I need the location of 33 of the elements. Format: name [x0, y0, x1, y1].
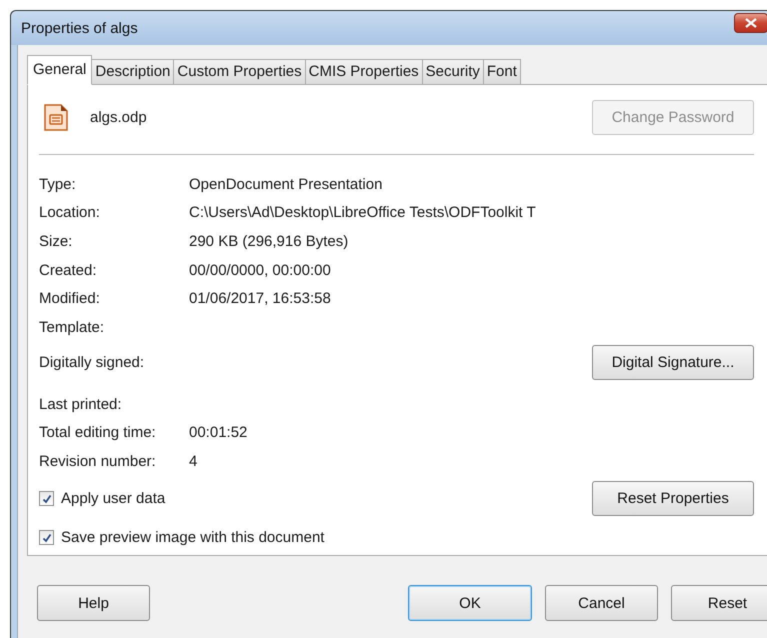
field-value: C:\Users\Ad\Desktop\LibreOffice Tests\ODFToolkit T	[189, 204, 536, 222]
field-value: 290 KB (296,916 Bytes)	[189, 233, 348, 250]
digital-signature-button[interactable]: Digital Signature...	[592, 344, 754, 380]
field-value: OpenDocument Presentation	[189, 176, 382, 193]
field-label: Location:	[39, 204, 101, 222]
field-label: Type:	[39, 176, 77, 193]
tab[interactable]: Font	[484, 59, 521, 85]
file-name: algs.odp	[90, 109, 147, 126]
dialog-button[interactable]: Cancel	[545, 585, 658, 621]
field-label: Template:	[39, 319, 106, 336]
tab[interactable]: Custom Properties	[174, 59, 306, 85]
tab[interactable]: CMIS Properties	[306, 59, 423, 85]
field-label: Size:	[39, 233, 74, 250]
field-label: Created:	[39, 262, 98, 279]
field-value: 01/06/2017, 16:53:58	[189, 290, 331, 308]
reset-properties-button[interactable]: Reset Properties	[592, 481, 754, 516]
dialog-button[interactable]: Reset	[671, 585, 767, 621]
field-value: 4	[189, 453, 198, 470]
field-label: Total editing time:	[39, 424, 157, 442]
checkbox-label[interactable]: Apply user data	[61, 490, 166, 507]
checkbox-label[interactable]: Save preview image with this document	[61, 529, 324, 546]
tab[interactable]: Security	[422, 59, 484, 85]
field-label: Last printed:	[39, 396, 123, 413]
field-label: Modified:	[39, 290, 101, 308]
window-title: Properties of algs	[21, 20, 139, 36]
field-label: Revision number:	[39, 453, 157, 470]
tab[interactable]: Description	[92, 59, 174, 85]
dialog-button[interactable]: OK	[408, 585, 532, 621]
field-label: Digitally signed:	[39, 354, 146, 371]
field-value: 00/00/0000, 00:00:00	[189, 262, 331, 279]
field-value: 00:01:52	[189, 424, 248, 442]
tab[interactable]: General	[27, 55, 92, 85]
dialog-button[interactable]: Help	[37, 585, 150, 621]
